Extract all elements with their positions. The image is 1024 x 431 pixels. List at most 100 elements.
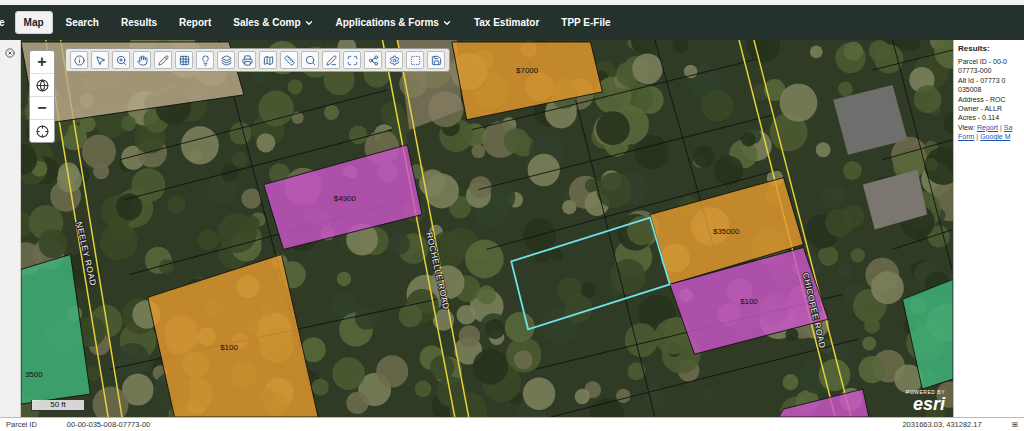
tree-canopy <box>459 325 480 347</box>
tree-canopy <box>832 188 847 203</box>
tool-button[interactable] <box>322 51 340 69</box>
tree-canopy <box>610 259 645 294</box>
tool-button[interactable] <box>259 51 277 69</box>
tree-canopy <box>346 392 368 414</box>
selected-parcel[interactable] <box>511 218 669 330</box>
tree-canopy <box>581 283 596 298</box>
tree-canopy <box>332 357 365 390</box>
tool-button[interactable] <box>217 51 235 69</box>
tree-canopy <box>21 143 37 175</box>
tool-button[interactable] <box>406 51 424 69</box>
tool-button[interactable] <box>343 51 361 69</box>
close-icon[interactable] <box>5 48 15 58</box>
tree-canopy <box>819 359 851 391</box>
locate-button[interactable] <box>30 120 54 142</box>
tool-button[interactable] <box>280 51 298 69</box>
zoom-in-button[interactable]: + <box>30 51 54 74</box>
tree-canopy <box>473 349 509 385</box>
tree-canopy <box>457 305 476 325</box>
lot-line <box>883 140 953 160</box>
tree-canopy <box>229 122 251 144</box>
tree-canopy <box>564 294 592 322</box>
parcel-id-label: Parcel ID <box>6 420 37 429</box>
parcel[interactable] <box>779 389 869 417</box>
tree-canopy <box>596 111 630 145</box>
tree-canopy <box>505 312 535 342</box>
nav-tab[interactable]: Applications & Forms <box>327 11 461 34</box>
zoom-out-button[interactable]: − <box>30 97 54 120</box>
tool-icon <box>242 55 253 66</box>
tool-icon <box>431 55 442 66</box>
parcel-id-value: 00-00-035-008-07773-00 <box>67 420 150 429</box>
result-link[interactable]: Report <box>977 123 998 132</box>
tool-button[interactable] <box>238 51 256 69</box>
home-button[interactable] <box>30 74 54 97</box>
nav-tab[interactable]: Results <box>112 11 166 34</box>
road-label: CHICOPEE ROAD <box>801 272 828 350</box>
result-line: Acres - 0.114 <box>958 113 1022 122</box>
tool-button[interactable] <box>175 51 193 69</box>
result-link[interactable]: Sa <box>1004 123 1013 132</box>
tool-button[interactable] <box>70 51 88 69</box>
parcel[interactable]: 3500 <box>21 254 90 404</box>
tool-icon <box>305 55 316 66</box>
result-link[interactable]: Form <box>958 132 974 141</box>
tool-icon <box>389 55 400 66</box>
nav-tab[interactable]: Report <box>170 11 220 34</box>
tree-canopy <box>851 248 865 262</box>
left-rail <box>0 40 21 417</box>
tree-canopy <box>252 71 265 85</box>
nav-tab[interactable]: e <box>0 17 11 28</box>
tool-button[interactable] <box>301 51 319 69</box>
tool-icon <box>263 55 274 66</box>
parcel[interactable]: $4900 <box>264 145 422 250</box>
tree-canopy <box>816 142 831 157</box>
tree-canopy <box>100 222 138 260</box>
tree-canopy <box>838 262 854 278</box>
tree-canopy <box>589 398 624 417</box>
expand-button[interactable]: ⊞ <box>1012 420 1018 429</box>
tool-icon <box>116 55 127 66</box>
result-line: Alt Id - 07773 0 <box>958 76 1022 85</box>
tool-button[interactable] <box>91 51 109 69</box>
nav-tab[interactable]: Search <box>57 11 108 34</box>
map-canvas[interactable]: $7000$4900$100$35000$1003500NEELEY ROADR… <box>21 40 953 417</box>
tree-canopy <box>914 85 942 113</box>
tool-button[interactable] <box>133 51 151 69</box>
nav-tab[interactable]: TPP E-File <box>552 11 619 34</box>
tree-canopy <box>631 40 656 54</box>
result-line: Parcel ID - 00-0 <box>958 57 1022 66</box>
tree-canopy <box>871 271 904 304</box>
tree-canopy <box>616 389 630 403</box>
parcel[interactable]: $7000 <box>452 42 603 120</box>
parcel[interactable] <box>902 279 953 389</box>
map-view[interactable]: $7000$4900$100$35000$1003500NEELEY ROADR… <box>21 40 953 417</box>
tree-canopy <box>424 174 459 209</box>
nav-tab[interactable]: Sales & Comp <box>224 11 322 34</box>
result-link[interactable]: Google M <box>980 132 1010 141</box>
crosshair-icon <box>36 125 49 138</box>
coordinates: 2031663.03, 431282.17 <box>902 420 981 429</box>
tree-canopy <box>673 40 688 53</box>
result-links: View:Report|SaForm|Google M <box>958 123 1022 142</box>
tool-button[interactable] <box>385 51 403 69</box>
nav-tab[interactable]: Tax Estimator <box>465 11 548 34</box>
lot-line <box>479 115 774 190</box>
tree-canopy <box>472 144 486 158</box>
tool-icon <box>74 55 85 66</box>
tool-button[interactable] <box>154 51 172 69</box>
tree-canopy <box>399 304 422 327</box>
tree-canopy <box>376 355 408 387</box>
tree-canopy <box>337 272 351 287</box>
nav-tab[interactable]: Map <box>15 11 53 34</box>
tree-canopy <box>783 374 799 390</box>
parcel[interactable]: $100 <box>148 254 318 417</box>
tree-canopy <box>843 161 862 180</box>
parcel[interactable]: $100 <box>670 247 828 354</box>
tool-button[interactable] <box>427 51 445 69</box>
tool-button[interactable] <box>364 51 382 69</box>
tree-canopy <box>934 40 953 69</box>
tool-button[interactable] <box>196 51 214 69</box>
tool-button[interactable] <box>112 51 130 69</box>
tree-canopy <box>82 135 116 169</box>
